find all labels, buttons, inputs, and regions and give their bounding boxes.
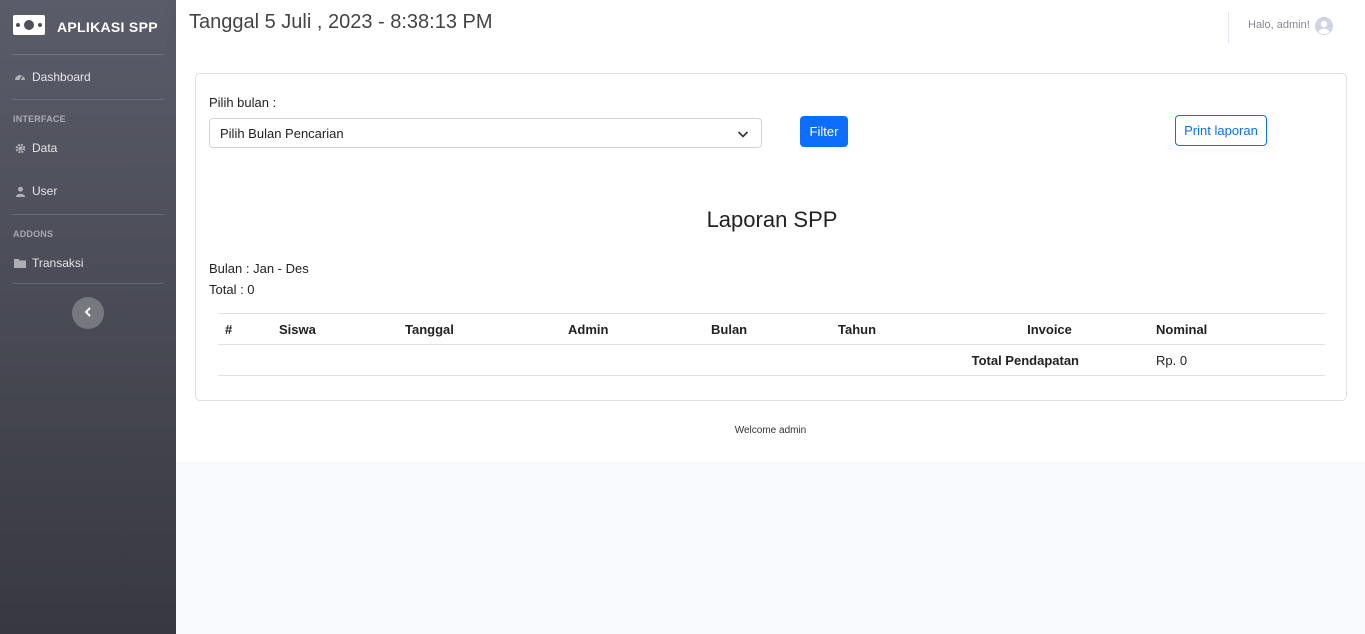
user-greeting[interactable]: Halo, admin!	[1248, 19, 1310, 31]
sidebar-toggle-button[interactable]	[72, 297, 104, 329]
folder-icon	[14, 257, 26, 269]
topbar: Tanggal 5 Juli , 2023 - 8:38:13 PM Halo,…	[176, 0, 1365, 54]
money-bill-icon	[12, 14, 57, 41]
column-header: Admin	[568, 313, 711, 345]
column-header: Tanggal	[405, 313, 568, 345]
brand[interactable]: APLIKASI SPP	[0, 0, 176, 54]
sidebar-item-dashboard[interactable]: Dashboard	[0, 55, 176, 99]
column-header: Bulan	[711, 313, 838, 345]
month-select[interactable]: Pilih Bulan Pencarian	[209, 118, 762, 148]
sidebar-heading-interface: INTERFACE	[13, 114, 66, 124]
user-icon	[14, 185, 26, 197]
footer-text: Welcome admin	[734, 425, 807, 436]
sidebar-item-transaksi[interactable]: Transaksi	[0, 243, 176, 283]
column-header: Invoice	[943, 313, 1156, 345]
datetime-display: Tanggal 5 Juli , 2023 - 8:38:13 PM	[189, 11, 493, 33]
sidebar-heading-addons: ADDONS	[13, 229, 54, 239]
sidebar-item-label: User	[32, 184, 58, 198]
gear-icon	[14, 142, 26, 154]
sidebar-item-label: Transaksi	[32, 256, 84, 270]
month-select-value: Pilih Bulan Pencarian	[220, 126, 344, 141]
chevron-down-icon	[737, 128, 749, 140]
report-title: Laporan SPP	[706, 207, 838, 232]
column-header: Siswa	[279, 313, 405, 345]
column-header: #	[218, 313, 279, 345]
sidebar-item-data[interactable]: Data	[0, 128, 176, 168]
dashboard-icon	[14, 71, 26, 83]
topbar-divider	[1228, 12, 1229, 43]
table-header-row: # Siswa Tanggal Admin Bulan Tahun Invoic…	[218, 313, 1325, 345]
column-header: Nominal	[1156, 313, 1325, 345]
divider	[12, 283, 164, 284]
filter-button[interactable]: Filter	[800, 116, 848, 147]
month-select-label: Pilih bulan :	[209, 95, 277, 110]
total-income-value: Rp. 0	[1156, 344, 1325, 376]
sidebar-toggle-wrap	[0, 297, 176, 329]
brand-text: APLIKASI SPP	[57, 19, 158, 35]
chevron-left-icon	[84, 304, 92, 322]
total-income-label: Total Pendapatan	[218, 344, 1156, 376]
report-total-count: Total : 0	[209, 282, 255, 297]
sidebar: APLIKASI SPP Dashboard INTERFACE Data Us…	[0, 0, 176, 634]
report-month-range: Bulan : Jan - Des	[209, 261, 309, 276]
sidebar-item-label: Data	[32, 141, 58, 155]
user-avatar-icon[interactable]	[1315, 17, 1333, 35]
report-card: Pilih bulan : Pilih Bulan Pencarian Filt…	[195, 73, 1347, 401]
report-table: # Siswa Tanggal Admin Bulan Tahun Invoic…	[218, 313, 1325, 376]
sidebar-item-label: Dashboard	[32, 70, 91, 84]
sidebar-item-user[interactable]: User	[0, 168, 176, 214]
column-header: Tahun	[838, 313, 943, 345]
print-report-button[interactable]: Print laporan	[1175, 115, 1267, 146]
table-total-row: Total Pendapatan Rp. 0	[218, 344, 1325, 376]
